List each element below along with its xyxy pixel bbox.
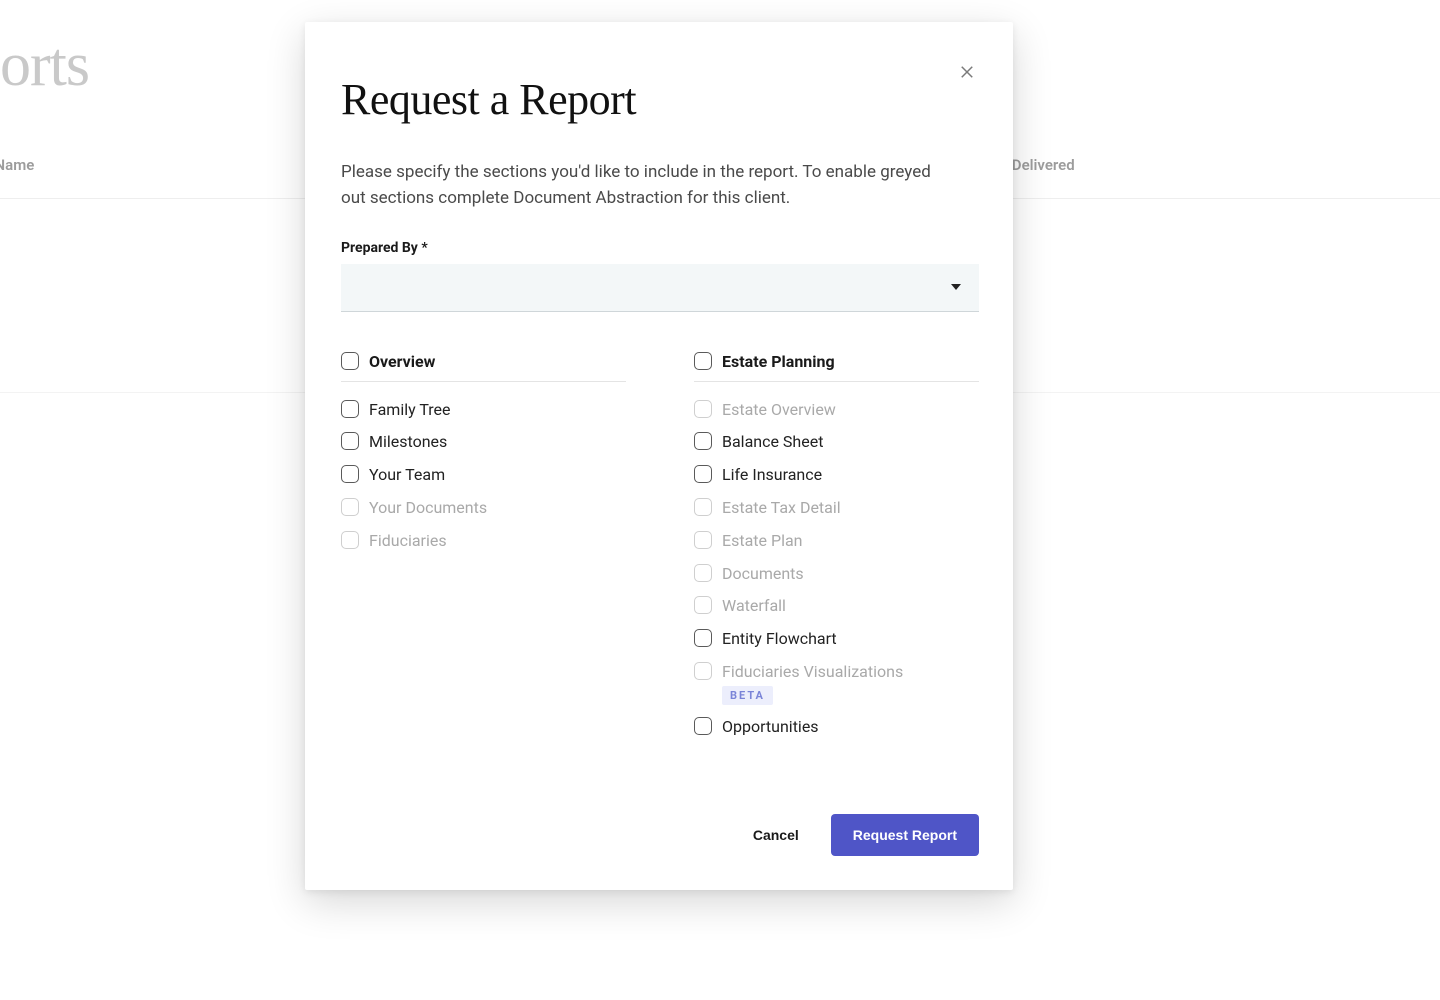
checkbox-label: Estate Overview (722, 400, 836, 421)
request-report-button[interactable]: Request Report (831, 814, 979, 856)
checkbox-item (694, 400, 712, 418)
checkbox-label: Entity Flowchart (722, 629, 837, 650)
checkbox-label: Waterfall (722, 596, 786, 617)
checkbox-item[interactable] (341, 400, 359, 418)
section-overview: Overview Family Tree Milestones Your Team Y… (341, 352, 626, 744)
section-items: Estate Overview Balance Sheet Life Insuran… (694, 394, 979, 744)
modal-description: Please specify the sections you'd like t… (341, 159, 941, 212)
checkbox-row: Milestones (341, 426, 626, 459)
section-title-overview: Overview (369, 352, 435, 371)
checkbox-item (694, 596, 712, 614)
checkbox-row: Estate Plan (694, 525, 979, 558)
checkbox-row: Fiduciaries Visualizations BETA (694, 656, 979, 711)
checkbox-row: Documents (694, 558, 979, 591)
checkbox-item[interactable] (694, 465, 712, 483)
prepared-by-label: Prepared By * (341, 240, 979, 256)
cancel-button[interactable]: Cancel (745, 815, 807, 855)
section-title-estate: Estate Planning (722, 352, 835, 371)
checkbox-label: Fiduciaries Visualizations (722, 662, 903, 683)
page-title: ports (0, 30, 89, 101)
checkbox-label: Life Insurance (722, 465, 822, 486)
checkbox-row: Your Documents (341, 492, 626, 525)
checkbox-estate-planning[interactable] (694, 352, 712, 370)
checkbox-item (694, 564, 712, 582)
prepared-by-select[interactable] (341, 264, 979, 312)
checkbox-row: Life Insurance (694, 459, 979, 492)
checkbox-row: Estate Overview (694, 394, 979, 427)
checkbox-item[interactable] (694, 717, 712, 735)
checkbox-item (694, 498, 712, 516)
modal-title: Request a Report (341, 74, 979, 125)
checkbox-item[interactable] (694, 432, 712, 450)
checkbox-label: Estate Tax Detail (722, 498, 841, 519)
section-items: Family Tree Milestones Your Team Your Docum… (341, 394, 626, 558)
checkbox-label: Estate Plan (722, 531, 803, 552)
checkbox-label: Your Documents (369, 498, 487, 519)
section-estate-planning: Estate Planning Estate Overview Balance S… (694, 352, 979, 744)
sections-container: Overview Family Tree Milestones Your Team Y… (341, 352, 979, 744)
checkbox-label: Family Tree (369, 400, 451, 421)
checkbox-row: Your Team (341, 459, 626, 492)
close-icon (958, 63, 976, 81)
checkbox-row: Entity Flowchart (694, 623, 979, 656)
checkbox-overview[interactable] (341, 352, 359, 370)
request-report-modal: Request a Report Please specify the sect… (305, 22, 1013, 890)
checkbox-label: Milestones (369, 432, 447, 453)
checkbox-row: Family Tree (341, 394, 626, 427)
modal-footer: Cancel Request Report (341, 814, 979, 856)
checkbox-item (341, 531, 359, 549)
checkbox-label: Balance Sheet (722, 432, 823, 453)
checkbox-item[interactable] (694, 629, 712, 647)
checkbox-label: Documents (722, 564, 804, 585)
checkbox-item (694, 531, 712, 549)
checkbox-row: Fiduciaries (341, 525, 626, 558)
checkbox-row: Opportunities (694, 711, 979, 744)
checkbox-item (694, 662, 712, 680)
checkbox-row: Balance Sheet (694, 426, 979, 459)
checkbox-label: Fiduciaries (369, 531, 447, 552)
close-button[interactable] (953, 58, 981, 86)
checkbox-item[interactable] (341, 465, 359, 483)
checkbox-row: Estate Tax Detail (694, 492, 979, 525)
checkbox-item[interactable] (341, 432, 359, 450)
beta-badge: BETA (722, 686, 773, 705)
checkbox-row: Waterfall (694, 590, 979, 623)
checkbox-label: Opportunities (722, 717, 819, 738)
checkbox-item (341, 498, 359, 516)
checkbox-label: Your Team (369, 465, 445, 486)
table-col-header-name: rt Name (0, 156, 34, 174)
